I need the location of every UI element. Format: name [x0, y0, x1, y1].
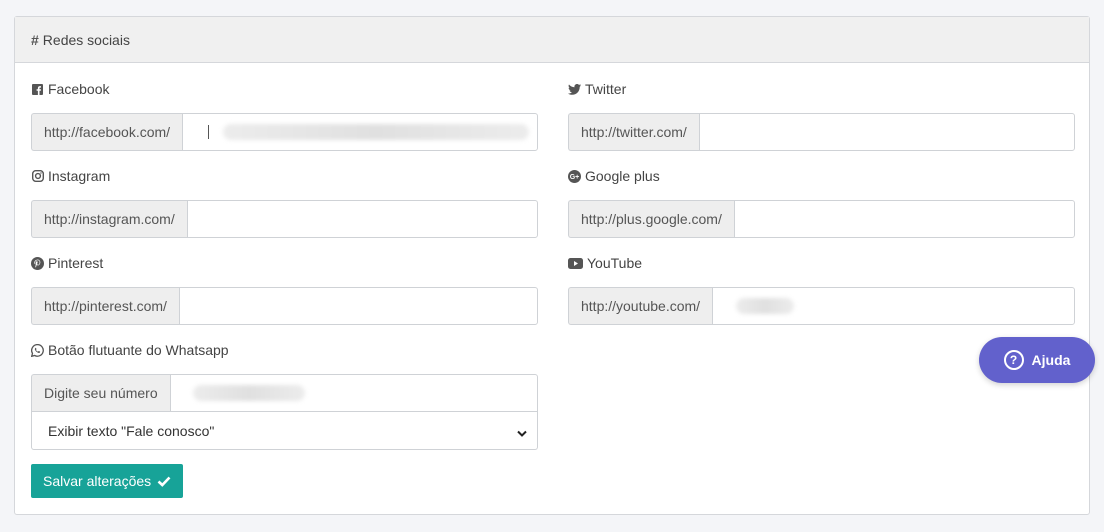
twitter-input[interactable]	[698, 113, 1075, 151]
googleplus-field: G+ Google plus http://plus.google.com/	[568, 166, 1075, 238]
googleplus-input[interactable]	[733, 200, 1075, 238]
googleplus-prefix: http://plus.google.com/	[568, 200, 734, 238]
instagram-label: Instagram	[48, 168, 111, 184]
save-changes-button[interactable]: Salvar alterações	[31, 464, 184, 498]
facebook-label: Facebook	[48, 81, 110, 97]
google-plus-icon: G+	[568, 169, 581, 183]
twitter-label: Twitter	[585, 81, 627, 97]
youtube-field: YouTube http://youtube.com/	[568, 253, 1075, 325]
youtube-icon	[568, 257, 583, 270]
facebook-icon	[31, 83, 44, 96]
whatsapp-label: Botão flutuante do Whatsapp	[48, 342, 229, 358]
googleplus-label: Google plus	[585, 168, 660, 184]
youtube-label: YouTube	[587, 255, 643, 271]
whatsapp-select-value: Exibir texto "Fale conosco"	[48, 422, 215, 439]
facebook-input-redacted	[223, 124, 529, 140]
twitter-field: Twitter http://twitter.com/	[568, 79, 1075, 151]
check-icon	[157, 476, 171, 487]
svg-text:G+: G+	[570, 174, 580, 181]
whatsapp-icon	[31, 343, 44, 357]
twitter-prefix: http://twitter.com/	[568, 113, 699, 151]
pinterest-field: Pinterest http://pinterest.com/	[31, 253, 538, 325]
instagram-field: Instagram http://instagram.com/	[31, 166, 538, 238]
whatsapp-text-select[interactable]: Exibir texto "Fale conosco"	[31, 412, 538, 450]
whatsapp-field: Botão flutuante do Whatsapp Digite seu n…	[31, 340, 538, 450]
question-icon: ?	[1003, 350, 1024, 370]
pinterest-input[interactable]	[178, 287, 538, 325]
save-label: Salvar alterações	[43, 473, 152, 489]
youtube-prefix: http://youtube.com/	[568, 287, 713, 325]
hash-icon: #	[31, 31, 39, 48]
twitter-icon	[568, 83, 581, 96]
help-button[interactable]: ? Ajuda	[979, 337, 1095, 383]
chevron-down-icon	[517, 425, 527, 441]
facebook-prefix: http://facebook.com/	[31, 113, 183, 151]
pinterest-icon	[31, 256, 44, 270]
instagram-icon	[31, 170, 44, 183]
pinterest-label: Pinterest	[48, 255, 104, 271]
pinterest-prefix: http://pinterest.com/	[31, 287, 179, 325]
facebook-input-cursor	[208, 125, 209, 139]
instagram-input[interactable]	[186, 200, 538, 238]
youtube-input-redacted	[736, 298, 794, 314]
panel-header: # Redes sociais	[15, 17, 1089, 63]
panel-title: Redes sociais	[42, 31, 130, 48]
facebook-field: Facebook http://facebook.com/	[31, 79, 538, 151]
whatsapp-prefix: Digite seu número	[31, 374, 170, 412]
instagram-prefix: http://instagram.com/	[31, 200, 187, 238]
social-networks-panel: # Redes sociais Facebook http://facebook…	[14, 16, 1090, 515]
help-label: Ajuda	[1031, 352, 1071, 368]
whatsapp-input-redacted	[193, 385, 305, 401]
